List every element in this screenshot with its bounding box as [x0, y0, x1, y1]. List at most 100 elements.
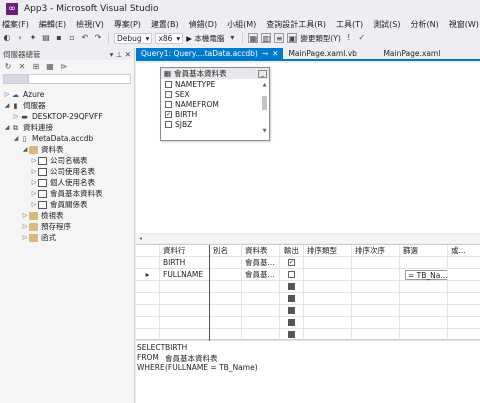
- document-tab[interactable]: Query1: Query....taData.accdb) ⊸ ✕: [136, 48, 284, 59]
- tree-node[interactable]: ▷ ☁ Azure: [0, 89, 134, 100]
- collapsed-arrow-icon[interactable]: ▷: [30, 179, 38, 186]
- connect-server-icon[interactable]: ▦: [45, 62, 55, 72]
- undo-icon[interactable]: ↶: [80, 33, 90, 43]
- grid-cell-filter[interactable]: [400, 328, 448, 341]
- menu-item[interactable]: 小組(M): [227, 19, 256, 30]
- connect-database-icon[interactable]: ⊞: [31, 62, 41, 72]
- document-tab[interactable]: MainPage.xaml.vb: [283, 48, 378, 59]
- grid-cell-alias[interactable]: [210, 280, 242, 293]
- sql-pane[interactable]: SELECT BIRTH FROM 會員基本資料表 WHERE (FULLNAME = T…: [136, 341, 480, 403]
- collapsed-arrow-icon[interactable]: ▷: [21, 234, 29, 241]
- collapsed-arrow-icon[interactable]: ▷: [30, 190, 38, 197]
- grid-cell-alias[interactable]: [210, 268, 242, 281]
- grid-cell-sort-order[interactable]: [352, 268, 400, 281]
- column-checkbox[interactable]: [165, 90, 172, 98]
- grid-row[interactable]: ▸ FULLNAME 會員基... = TB_Na...: [136, 268, 480, 281]
- tree-node[interactable]: ▷ 公司名稱表: [0, 155, 134, 166]
- grid-cell-output[interactable]: [280, 292, 304, 305]
- grid-row[interactable]: [136, 328, 480, 341]
- configuration-dropdown[interactable]: Debug ▾: [114, 32, 153, 44]
- expanded-arrow-icon[interactable]: ◢: [3, 124, 11, 131]
- menu-item[interactable]: 分析(N): [411, 19, 439, 30]
- explorer-search-bar[interactable]: [3, 74, 131, 84]
- tree-node[interactable]: ▷ ▬ DESKTOP-29QFVFF: [0, 111, 134, 122]
- grid-cell-table[interactable]: [242, 280, 280, 293]
- grid-cell-column[interactable]: [160, 304, 210, 317]
- collapsed-arrow-icon[interactable]: ▷: [30, 201, 38, 208]
- start-debugging-button[interactable]: ▶ 本機電腦: [186, 33, 224, 44]
- grid-cell-or[interactable]: [448, 281, 480, 293]
- menu-item[interactable]: 專案(P): [114, 19, 141, 30]
- output-checkbox[interactable]: [288, 283, 295, 290]
- grid-cell-filter[interactable]: [400, 316, 448, 329]
- grid-cell-or[interactable]: [448, 329, 480, 341]
- sharepoint-icon[interactable]: ⊳: [59, 62, 69, 72]
- grid-cell-or[interactable]: [448, 317, 480, 329]
- grid-row[interactable]: [136, 316, 480, 329]
- forward-icon[interactable]: ›: [15, 33, 25, 43]
- tree-node[interactable]: ◢ ⧉ 資料連接: [0, 122, 134, 133]
- table-column-item[interactable]: SJBZ: [161, 119, 269, 129]
- tree-node[interactable]: ◢ 資料表: [0, 144, 134, 155]
- diagram-pane[interactable]: ▦ 會員基本資料表 _ NAMETYPE SEX NAMEFROM ✓ BIRTH SJB…: [136, 63, 480, 233]
- stop-icon[interactable]: ✕: [17, 62, 27, 72]
- execute-sql-icon[interactable]: !: [344, 33, 354, 43]
- tree-node[interactable]: ▷ 檢視表: [0, 210, 134, 221]
- output-checkbox[interactable]: [288, 271, 295, 278]
- grid-cell-output[interactable]: [280, 268, 304, 281]
- tree-node[interactable]: ▷ 會員關係表: [0, 199, 134, 210]
- collapsed-arrow-icon[interactable]: ▷: [21, 223, 29, 230]
- grid-cell-output[interactable]: [280, 304, 304, 317]
- table-column-item[interactable]: ✓ BIRTH: [161, 109, 269, 119]
- grid-cell-sort-type[interactable]: [304, 328, 352, 341]
- scroll-up-icon[interactable]: ▲: [262, 82, 267, 88]
- grid-cell-table[interactable]: 會員基...: [242, 256, 280, 269]
- document-tab[interactable]: MainPage.xaml: [378, 48, 445, 59]
- grid-cell-alias[interactable]: [210, 256, 242, 269]
- grid-cell-table[interactable]: [242, 328, 280, 341]
- tree-node[interactable]: ▷ 函式: [0, 232, 134, 243]
- grid-cell-alias[interactable]: [210, 328, 242, 341]
- collapsed-arrow-icon[interactable]: ▷: [30, 157, 38, 164]
- grid-cell-column[interactable]: [160, 280, 210, 293]
- grid-cell-column[interactable]: [160, 292, 210, 305]
- grid-cell-sort-type[interactable]: [304, 256, 352, 269]
- scroll-down-icon[interactable]: ▼: [262, 128, 267, 134]
- expanded-arrow-icon[interactable]: ◢: [12, 135, 20, 142]
- save-icon[interactable]: ▪: [54, 33, 64, 43]
- grid-cell-table[interactable]: 會員基...: [242, 268, 280, 281]
- grid-cell-sort-order[interactable]: [352, 316, 400, 329]
- grid-cell-column[interactable]: [160, 316, 210, 329]
- grid-cell-table[interactable]: [242, 304, 280, 317]
- output-checkbox[interactable]: [288, 331, 295, 338]
- output-checkbox[interactable]: ✓: [288, 259, 295, 266]
- refresh-icon[interactable]: ↻: [3, 62, 13, 72]
- minimize-icon[interactable]: _: [258, 69, 267, 78]
- grid-cell-sort-order[interactable]: [352, 256, 400, 269]
- menu-item[interactable]: 測試(S): [373, 19, 400, 30]
- tree-node[interactable]: ▷ 會員基本資料表: [0, 188, 134, 199]
- tree-node[interactable]: ▷ 預存程序: [0, 221, 134, 232]
- grid-cell-alias[interactable]: [210, 316, 242, 329]
- grid-cell-filter[interactable]: [400, 292, 448, 305]
- results-pane-icon[interactable]: ▣: [287, 33, 298, 43]
- menu-item[interactable]: 建置(B): [151, 19, 179, 30]
- table-column-item[interactable]: NAMETYPE: [161, 79, 269, 89]
- filter-value[interactable]: = TB_Na...: [405, 269, 447, 280]
- menu-item[interactable]: 視窗(W): [449, 19, 479, 30]
- search-input[interactable]: [28, 74, 131, 84]
- save-all-icon[interactable]: ▫: [67, 33, 77, 43]
- grid-cell-filter[interactable]: [400, 304, 448, 317]
- column-checkbox[interactable]: [165, 100, 172, 108]
- grid-cell-sort-order[interactable]: [352, 304, 400, 317]
- collapsed-arrow-icon[interactable]: ▷: [21, 212, 29, 219]
- table-box-scrollbar[interactable]: ▲ ▼: [262, 82, 267, 138]
- grid-row[interactable]: BIRTH 會員基... ✓: [136, 256, 480, 269]
- grid-cell-alias[interactable]: [210, 292, 242, 305]
- diagram-pane-icon[interactable]: ▦: [248, 33, 259, 43]
- grid-row[interactable]: [136, 292, 480, 305]
- grid-cell-sort-type[interactable]: [304, 280, 352, 293]
- menu-item[interactable]: 偵錯(D): [189, 19, 217, 30]
- grid-cell-sort-order[interactable]: [352, 292, 400, 305]
- scroll-thumb[interactable]: [262, 96, 267, 110]
